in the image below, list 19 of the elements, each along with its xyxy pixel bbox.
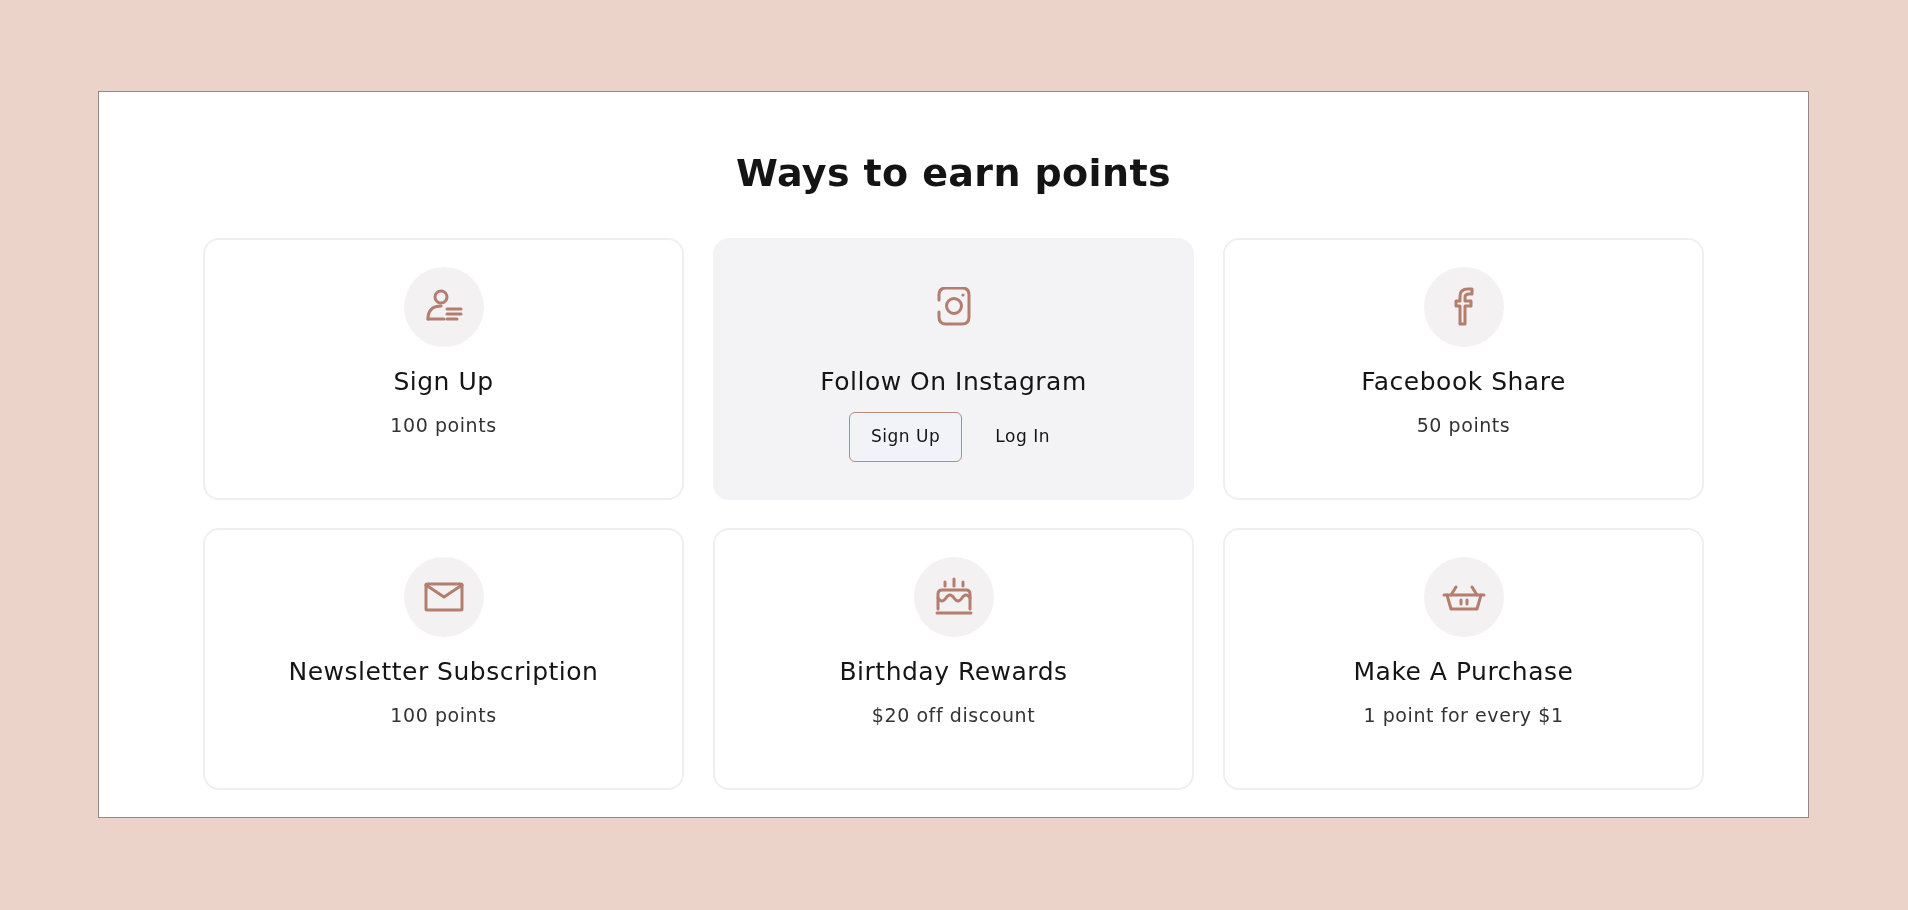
card-title: Make A Purchase [1353, 656, 1574, 688]
envelope-icon [403, 557, 484, 637]
basket-icon [1423, 557, 1504, 637]
user-list-icon [403, 267, 484, 347]
card-title: Follow On Instagram [820, 366, 1087, 398]
points-text: $20 off discount [871, 703, 1036, 728]
f-letter-icon [1423, 267, 1504, 347]
points-text: 1 point for every $1 [1363, 703, 1564, 728]
log-in-button[interactable]: Log In [987, 412, 1058, 462]
card-title: Facebook Share [1361, 366, 1566, 398]
points-text: 100 points [390, 703, 497, 728]
sign-up-button[interactable]: Sign Up [849, 412, 963, 462]
card-title: Newsletter Subscription [288, 656, 599, 688]
points-text: 100 points [390, 413, 497, 438]
card-title: Birthday Rewards [839, 656, 1068, 688]
points-text: 50 points [1416, 413, 1511, 438]
section-heading: Ways to earn points [736, 150, 1171, 196]
card-title: Sign Up [393, 366, 494, 398]
cake-icon [913, 557, 994, 637]
